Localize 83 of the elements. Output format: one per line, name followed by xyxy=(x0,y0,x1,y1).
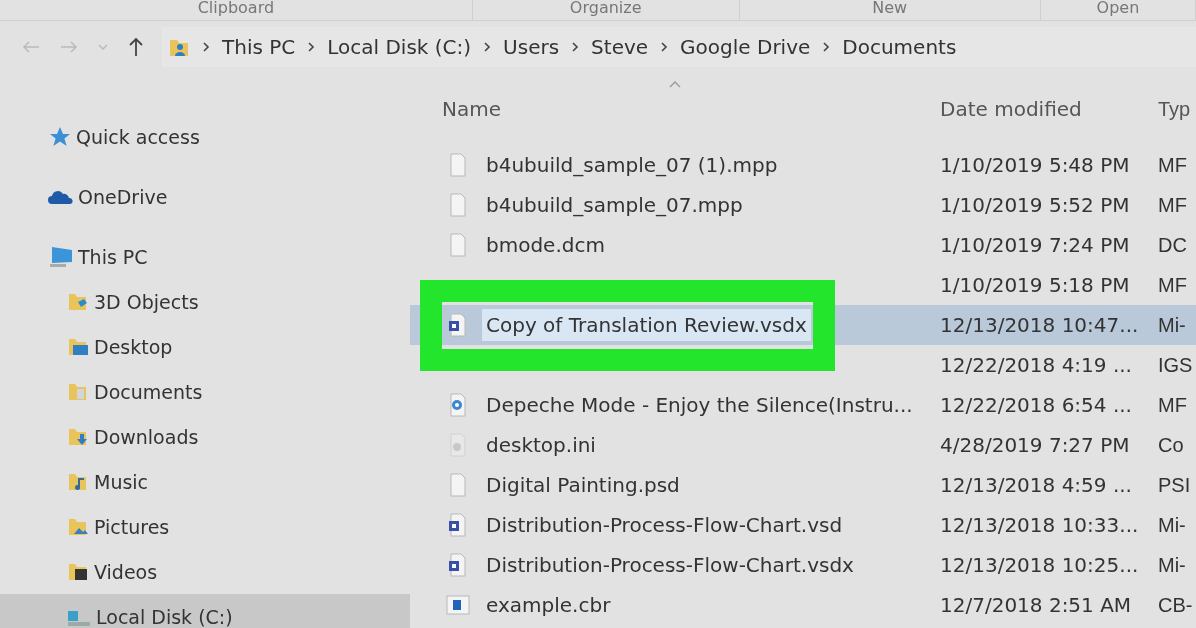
date-modified: 12/13/2018 10:25... xyxy=(940,553,1139,577)
nav-item[interactable]: Documents xyxy=(0,369,410,414)
file-type: Co xyxy=(1158,433,1184,456)
file-name: bmode.dcm xyxy=(485,232,606,259)
file-row[interactable]: example.cbr 12/7/2018 2:51 AM CB- xyxy=(410,585,1196,625)
nav-item[interactable]: Music xyxy=(0,459,410,504)
date-modified: 12/13/2018 10:33... xyxy=(940,513,1139,537)
date-modified: 4/28/2019 7:27 PM xyxy=(940,433,1130,457)
file-name: Distribution-Process-Flow-Chart.vsdx xyxy=(485,552,855,579)
forward-button[interactable] xyxy=(60,40,78,54)
date-modified: 12/13/2018 4:59 ... xyxy=(940,473,1132,497)
breadcrumb[interactable]: Users xyxy=(503,35,560,59)
recent-locations-button[interactable] xyxy=(98,44,108,50)
file-type: Mi- xyxy=(1158,513,1186,536)
nav-item[interactable]: OneDrive xyxy=(0,167,410,227)
file-type: Mi- xyxy=(1158,553,1186,576)
breadcrumb[interactable]: Steve xyxy=(591,35,649,59)
cloud-icon xyxy=(48,189,74,205)
file-type: CB- xyxy=(1158,593,1193,616)
file-row[interactable]: b4ubuild_sample_07.mpp 1/10/2019 5:52 PM MF xyxy=(410,185,1196,225)
chevron-icon xyxy=(483,41,492,53)
up-button[interactable] xyxy=(128,37,144,57)
image-file-icon xyxy=(446,593,470,617)
date-modified: 1/10/2019 7:24 PM xyxy=(940,233,1130,257)
file-type: PSI xyxy=(1158,473,1191,496)
file-type: MF xyxy=(1158,193,1187,216)
ribbon-group-label: New xyxy=(872,0,908,16)
date-modified: 12/22/2018 6:54 ... xyxy=(940,393,1132,417)
file-name: desktop.ini xyxy=(485,432,597,459)
column-header[interactable]: Date modified xyxy=(940,97,1082,121)
sort-caret-icon xyxy=(669,81,681,88)
file-row[interactable]: b4ubuild_sample_07 (1).mpp 1/10/2019 5:48 PM MF xyxy=(410,145,1196,185)
file-name: b4ubuild_sample_07.mpp xyxy=(485,192,744,219)
file-type: MF xyxy=(1158,153,1187,176)
breadcrumb[interactable]: Google Drive xyxy=(680,35,811,59)
chevron-icon xyxy=(307,41,316,53)
file-type: MF xyxy=(1158,273,1187,296)
file-name: example.cbr xyxy=(485,592,612,619)
file-name: Digital Painting.psd xyxy=(485,472,681,499)
file-name: Distribution-Process-Flow-Chart.vsd xyxy=(485,512,844,539)
date-modified: 1/10/2019 5:18 PM xyxy=(940,273,1130,297)
nav-item[interactable]: Pictures xyxy=(0,504,410,549)
column-header[interactable]: Name xyxy=(442,97,501,121)
file-type: MF xyxy=(1158,393,1187,416)
computer-icon xyxy=(48,245,74,269)
breadcrumb[interactable]: Local Disk (C:) xyxy=(327,35,472,59)
file-row[interactable]: bmode.dcm 1/10/2019 7:24 PM DC xyxy=(410,225,1196,265)
file-row[interactable]: Copy of Translation Review.vsdx 12/13/2018 10:47... Mi- xyxy=(410,305,1196,345)
chevron-icon xyxy=(202,41,210,53)
date-modified: 1/10/2019 5:48 PM xyxy=(940,153,1130,177)
nav-item[interactable]: Downloads xyxy=(0,414,410,459)
date-modified: 12/7/2018 2:51 AM xyxy=(940,593,1132,617)
file-row[interactable]: Depeche Mode - Enjoy the Silence(Instru... 12/22/2018 6:54 ... MF xyxy=(410,385,1196,425)
file-name: b4ubuild_sample_07 (1).mpp xyxy=(485,152,779,179)
file-row[interactable]: 1/10/2019 5:18 PM MF xyxy=(410,265,1196,305)
file-name: Depeche Mode - Enjoy the Silence(Instru... xyxy=(485,392,914,419)
chevron-icon xyxy=(822,41,831,53)
chevron-icon xyxy=(660,41,669,53)
nav-item[interactable]: Quick access xyxy=(0,107,410,167)
file-type: IGS xyxy=(1158,353,1193,376)
date-modified: 12/22/2018 4:19 ... xyxy=(940,353,1132,377)
chevron-icon xyxy=(571,41,580,53)
file-type: DC xyxy=(1158,233,1187,256)
column-header[interactable]: Typ xyxy=(1158,97,1191,120)
breadcrumb[interactable]: Documents xyxy=(842,35,957,59)
file-type: Mi- xyxy=(1158,313,1186,336)
file-row[interactable]: 12/22/2018 4:19 ... IGS xyxy=(410,345,1196,385)
back-button[interactable] xyxy=(22,40,40,54)
file-row[interactable]: Digital Painting.psd 12/13/2018 4:59 ... PSI xyxy=(410,465,1196,505)
nav-item[interactable]: Desktop xyxy=(0,324,410,369)
breadcrumb[interactable]: This PC xyxy=(222,35,296,59)
ribbon-group-label: Organize xyxy=(569,0,642,16)
nav-item[interactable]: Local Disk (C:) xyxy=(0,594,410,628)
date-modified: 1/10/2019 5:52 PM xyxy=(940,193,1130,217)
file-name: Copy of Translation Review.vsdx xyxy=(482,309,811,341)
file-row[interactable]: Distribution-Process-Flow-Chart.vsdx 12/13/2018 10:25... Mi- xyxy=(410,545,1196,585)
file-row[interactable]: desktop.ini 4/28/2019 7:27 PM Co xyxy=(410,425,1196,465)
date-modified: 12/13/2018 10:47... xyxy=(940,313,1139,337)
nav-item[interactable]: Videos xyxy=(0,549,410,594)
ribbon-group-label: Clipboard xyxy=(197,0,275,16)
file-row[interactable]: Distribution-Process-Flow-Chart.vsd 12/13/2018 10:33... Mi- xyxy=(410,505,1196,545)
ribbon-group-label: Open xyxy=(1096,0,1140,16)
address-bar[interactable]: This PC Local Disk (C:) Users Steve Google Drive Documents xyxy=(162,27,1196,67)
